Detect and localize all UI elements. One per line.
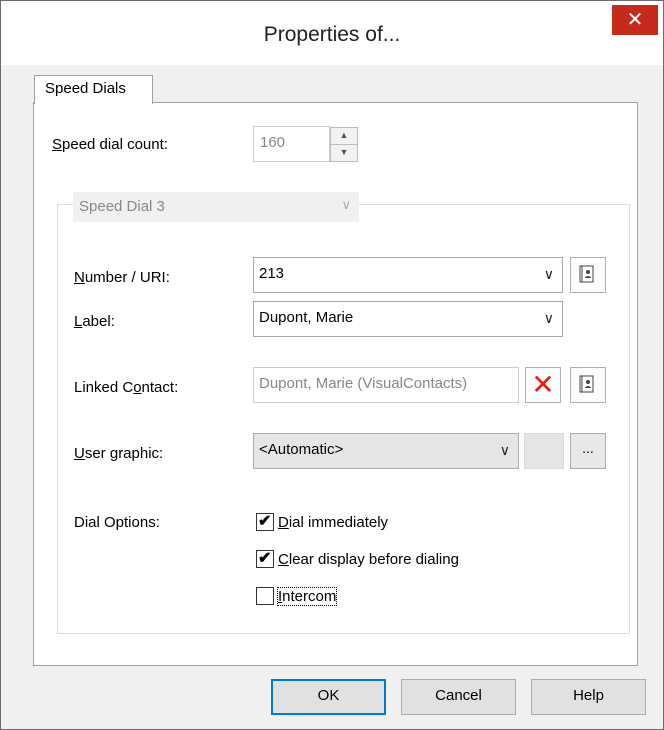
- clear-display-checkbox[interactable]: ✔: [256, 550, 274, 568]
- addressbook-icon: [579, 375, 594, 393]
- ok-button[interactable]: OK: [271, 679, 386, 715]
- addressbook-icon: [579, 265, 594, 283]
- tab-speed-dials[interactable]: Speed Dials: [34, 75, 153, 104]
- dial-immediately-label[interactable]: Dial immediately: [278, 514, 388, 531]
- ellipsis-icon: ...: [582, 440, 594, 456]
- spin-up-button[interactable]: ▲: [330, 127, 358, 145]
- dialog-window: Properties of... ✕ Speed Dials Speed dia…: [0, 0, 664, 730]
- user-graphic-value: <Automatic>: [259, 441, 344, 458]
- cancel-button[interactable]: Cancel: [401, 679, 516, 715]
- chevron-down-icon: ∨: [543, 310, 554, 326]
- chevron-down-icon: ∨: [499, 442, 510, 458]
- speed-dial-select[interactable]: Speed Dial 3 ∨: [73, 192, 359, 222]
- dial-immediately-checkbox[interactable]: ✔: [256, 513, 274, 531]
- linked-contact-label: Linked Contact:: [74, 379, 179, 396]
- linked-contact-value: Dupont, Marie (VisualContacts): [259, 375, 468, 392]
- label-value: Dupont, Marie: [259, 309, 354, 326]
- speed-dial-count-input[interactable]: 160: [253, 126, 330, 162]
- intercom-checkbox[interactable]: [256, 587, 274, 605]
- label-field-label: Label:: [74, 313, 115, 330]
- intercom-label[interactable]: Intercom: [276, 587, 338, 606]
- dial-options-label: Dial Options:: [74, 514, 160, 531]
- spin-down-button[interactable]: ▼: [330, 144, 358, 162]
- chevron-down-icon: ∨: [543, 266, 554, 282]
- title-bar: Properties of... ✕: [1, 1, 663, 65]
- number-uri-value: 213: [259, 265, 285, 282]
- remove-linked-contact-button[interactable]: ✕: [525, 367, 561, 403]
- clear-display-label[interactable]: Clear display before dialing: [278, 551, 459, 568]
- label-combobox[interactable]: Dupont, Marie ∨: [253, 301, 563, 337]
- remove-x-icon: ✕: [531, 369, 555, 400]
- user-graphic-preview: [524, 433, 564, 469]
- arrow-down-icon: ▼: [339, 147, 349, 157]
- linked-contact-addressbook-button[interactable]: [570, 367, 606, 403]
- chevron-down-icon: ∨: [341, 197, 351, 212]
- tab-speed-dials-label: Speed Dials: [45, 80, 126, 97]
- help-button[interactable]: Help: [531, 679, 646, 715]
- linked-contact-field: Dupont, Marie (VisualContacts): [253, 367, 519, 403]
- speed-dial-select-value: Speed Dial 3: [79, 198, 165, 215]
- speed-dial-count-label: Speed dial count:: [52, 136, 168, 153]
- close-icon: ✕: [626, 9, 644, 31]
- user-graphic-browse-button[interactable]: ...: [570, 433, 606, 469]
- number-uri-combobox[interactable]: 213 ∨: [253, 257, 563, 293]
- arrow-up-icon: ▲: [339, 130, 349, 140]
- number-uri-label: Number / URI:: [74, 269, 170, 286]
- speed-dial-count-value: 160: [260, 134, 286, 151]
- checkmark-icon: ✔: [258, 550, 272, 567]
- number-addressbook-button[interactable]: [570, 257, 606, 293]
- window-title: Properties of...: [263, 23, 401, 46]
- user-graphic-combobox[interactable]: <Automatic> ∨: [253, 433, 519, 469]
- close-button[interactable]: ✕: [612, 5, 658, 35]
- user-graphic-label: User graphic:: [74, 445, 164, 462]
- checkmark-icon: ✔: [258, 513, 272, 530]
